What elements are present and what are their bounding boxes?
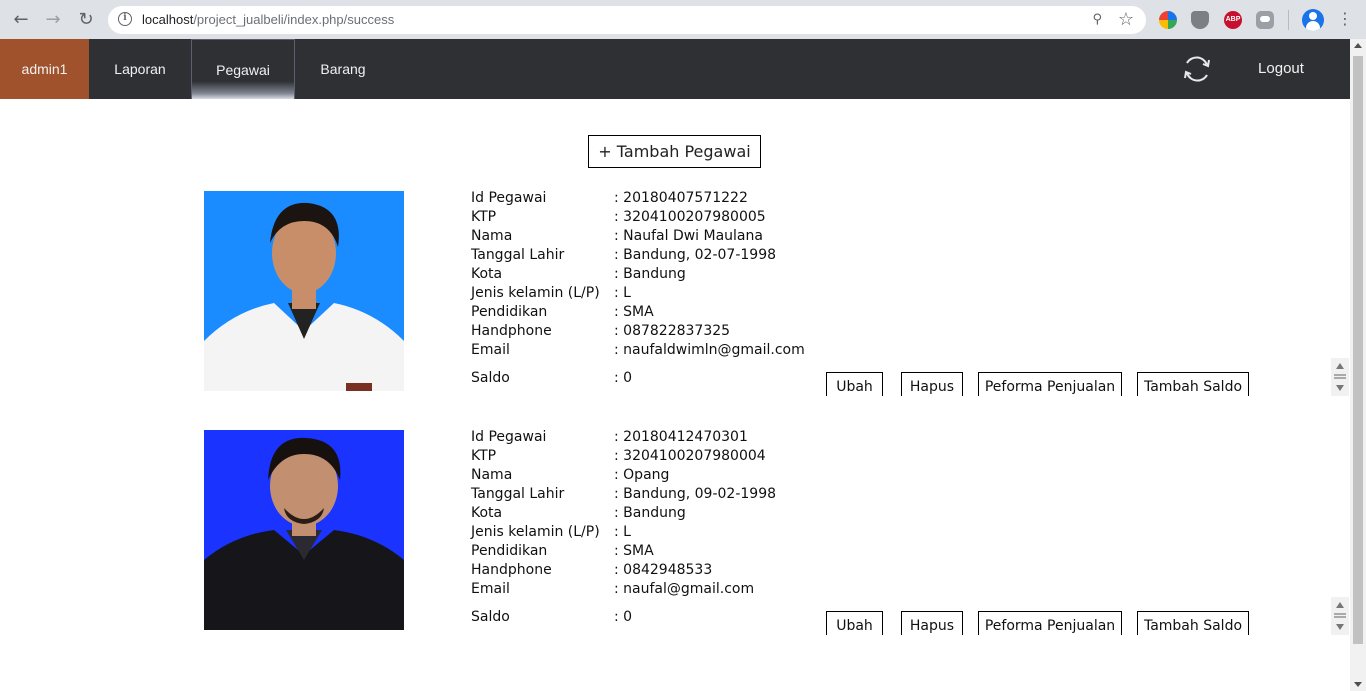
key-icon[interactable]: ⚲ [1092,12,1102,27]
reload-icon[interactable]: ↻ [75,9,97,31]
label-hp: Handphone [471,562,552,578]
value-kota: : Bandung [614,266,686,282]
url-host: localhost [142,12,194,27]
label-jk: Jenis kelamin (L/P) [471,285,600,301]
label-kota: Kota [471,505,503,521]
scroll-up-icon[interactable] [1354,43,1362,48]
value-id: : 20180407571222 [614,190,748,206]
tambah-saldo-button[interactable]: Tambah Saldo [1137,611,1249,635]
add-pegawai-button[interactable]: + Tambah Pegawai [588,135,761,168]
label-ktp: KTP [471,209,497,225]
label-ktp: KTP [471,448,497,464]
nav-laporan[interactable]: Laporan [89,39,191,99]
app-navbar: admin1 Laporan Pegawai Barang Logout [0,39,1350,99]
scroll-down-icon[interactable] [1354,682,1362,687]
scroll-up-icon[interactable] [1336,602,1344,608]
scroll-grip-icon[interactable] [1334,613,1346,618]
ubah-button[interactable]: Ubah [826,372,883,396]
label-email: Email [471,342,510,358]
label-ttl: Tanggal Lahir [471,486,565,502]
label-jk: Jenis kelamin (L/P) [471,524,600,540]
card-scrollbar[interactable] [1331,358,1349,396]
scroll-grip-icon[interactable] [1334,374,1346,379]
page-scrollbar[interactable] [1350,39,1366,691]
label-nama: Nama [471,228,513,244]
employee-photo [204,191,404,391]
value-ttl: : Bandung, 09-02-1998 [614,486,777,502]
value-saldo: : 0 [614,370,633,386]
value-ktp: : 3204100207980004 [614,448,766,464]
value-ktp: : 3204100207980005 [614,209,766,225]
label-nama: Nama [471,467,513,483]
scroll-up-icon[interactable] [1336,363,1344,369]
label-id: Id Pegawai [471,190,547,206]
value-email: : naufaldwimln@gmail.com [614,342,805,358]
label-pendidikan: Pendidikan [471,304,548,320]
peforma-penjualan-button[interactable]: Peforma Penjualan [978,611,1122,635]
address-url[interactable]: localhost/project_jualbeli/index.php/suc… [142,12,394,27]
profile-avatar-icon[interactable] [1302,9,1324,31]
label-id: Id Pegawai [471,429,547,445]
site-info-icon[interactable]: i [118,12,132,26]
label-saldo: Saldo [471,370,510,386]
refresh-icon[interactable] [1181,53,1213,85]
value-pendidikan: : SMA [614,304,654,320]
tambah-saldo-button[interactable]: Tambah Saldo [1137,372,1249,396]
value-nama: : Naufal Dwi Maulana [614,228,763,244]
value-jk: : L [614,524,631,540]
nav-admin[interactable]: admin1 [0,39,89,99]
scroll-down-icon[interactable] [1336,385,1344,391]
ubah-button[interactable]: Ubah [826,611,883,635]
value-ttl: : Bandung, 02-07-1998 [614,247,777,263]
toolbar-divider [1288,10,1289,30]
google-drive-extension-icon[interactable] [1159,11,1177,29]
value-hp: : 087822837325 [614,323,731,339]
value-kota: : Bandung [614,505,686,521]
scroll-thumb[interactable] [1353,56,1363,644]
hapus-button[interactable]: Hapus [901,372,963,396]
employee-card: Id Pegawai : 20180412470301 KTP : 32041002… [204,429,1349,635]
value-email: : naufal@gmail.com [614,581,755,597]
label-kota: Kota [471,266,503,282]
adblock-plus-icon[interactable]: ABP [1224,11,1242,29]
address-bar[interactable]: i localhost/project_jualbeli/index.php/s… [108,6,1146,34]
card-scrollbar[interactable] [1331,597,1349,635]
chat-extension-icon[interactable] [1256,11,1274,29]
value-hp: : 0842948533 [614,562,713,578]
label-email: Email [471,581,510,597]
shield-extension-icon[interactable] [1191,11,1209,29]
back-arrow-icon[interactable]: ← [10,9,32,31]
nav-barang[interactable]: Barang [296,39,390,99]
browser-menu-icon[interactable]: ⋮ [1337,9,1353,28]
employee-photo [204,430,404,630]
label-saldo: Saldo [471,609,510,625]
value-jk: : L [614,285,631,301]
value-pendidikan: : SMA [614,543,654,559]
label-ttl: Tanggal Lahir [471,247,565,263]
value-nama: : Opang [614,467,670,483]
forward-arrow-icon[interactable]: → [42,9,64,31]
nav-logout[interactable]: Logout [1236,39,1326,99]
scroll-down-icon[interactable] [1336,624,1344,630]
value-id: : 20180412470301 [614,429,748,445]
bookmark-star-icon[interactable]: ☆ [1118,9,1134,30]
peforma-penjualan-button[interactable]: Peforma Penjualan [978,372,1122,396]
label-hp: Handphone [471,323,552,339]
url-path: /project_jualbeli/index.php/success [193,12,395,27]
hapus-button[interactable]: Hapus [901,611,963,635]
label-pendidikan: Pendidikan [471,543,548,559]
browser-toolbar: ← → ↻ i localhost/project_jualbeli/index… [0,0,1366,39]
nav-pegawai[interactable]: Pegawai [191,39,295,99]
employee-card: Id Pegawai : 20180407571222 KTP : 32041002… [204,190,1349,396]
value-saldo: : 0 [614,609,633,625]
